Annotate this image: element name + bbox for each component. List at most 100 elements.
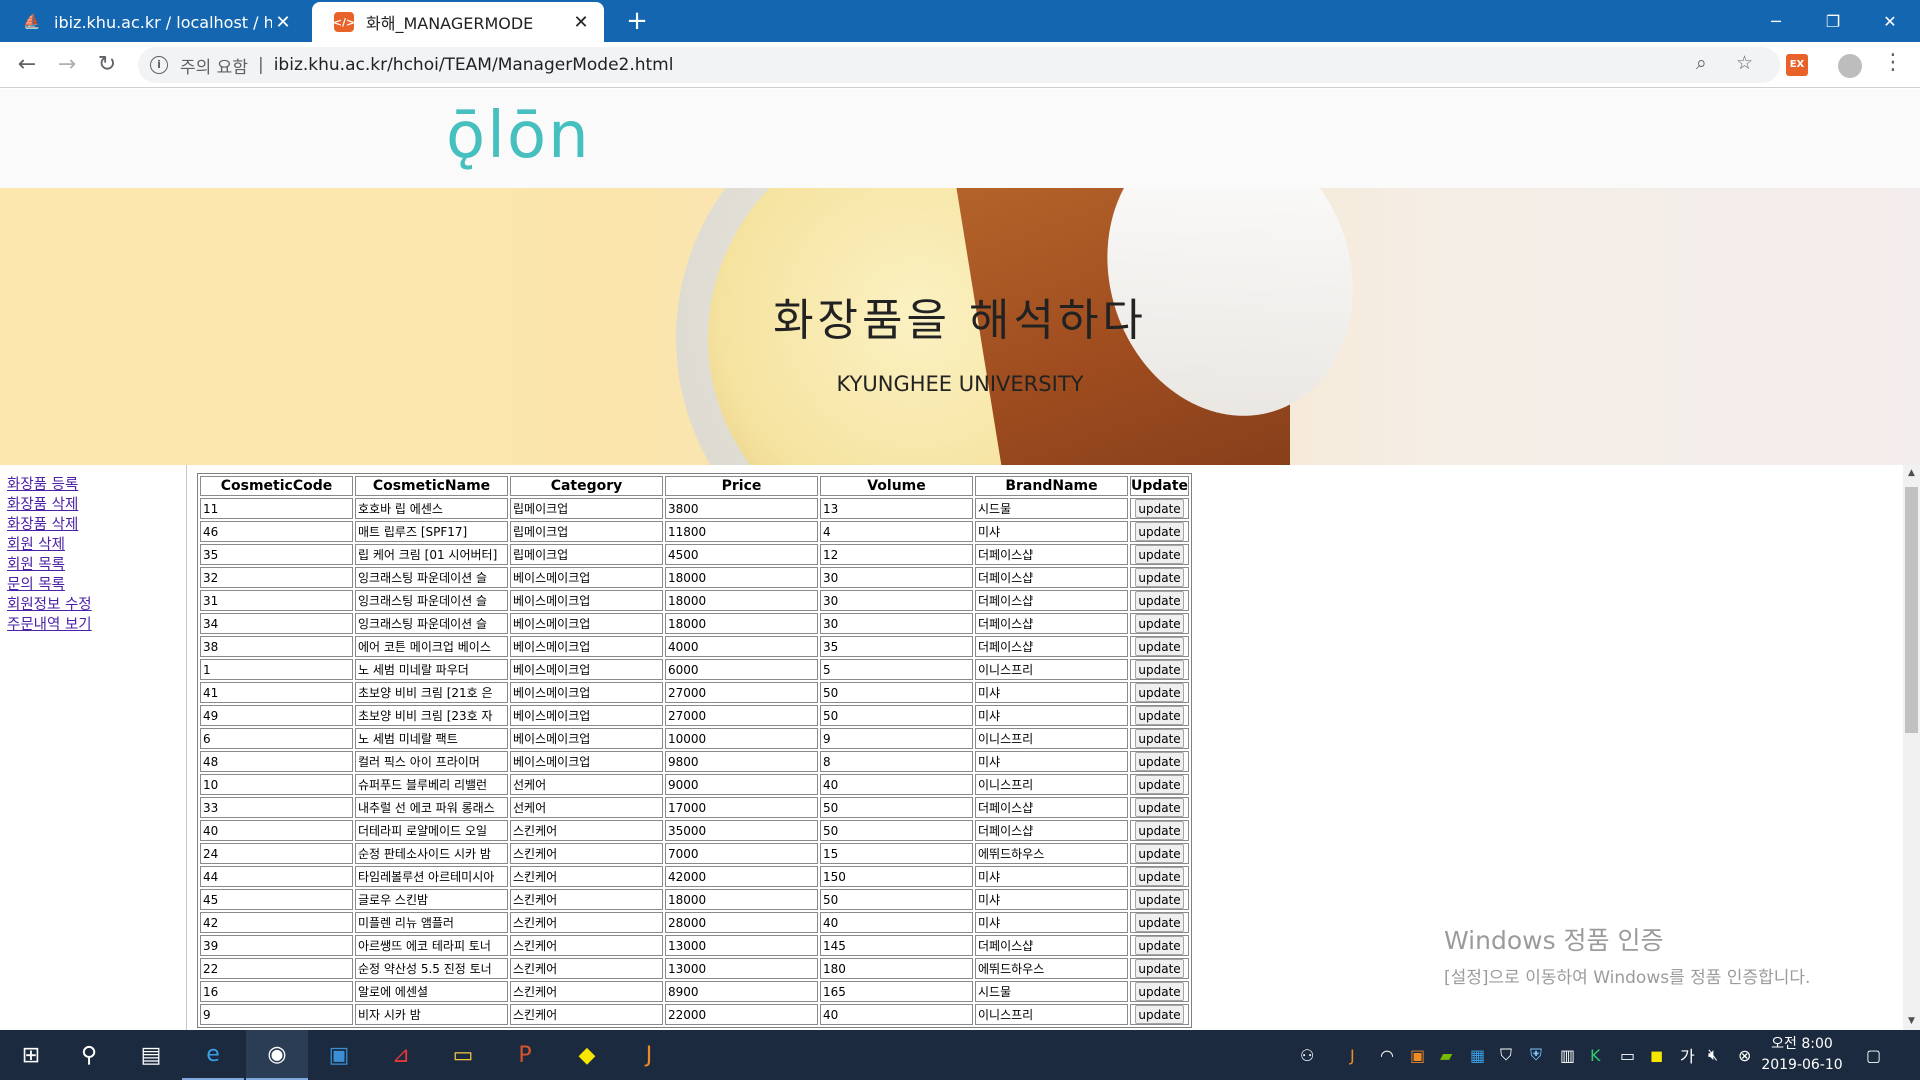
sidebar-link-register-cosmetic[interactable]: 화장품 등록: [7, 475, 92, 495]
update-button[interactable]: update: [1135, 614, 1185, 633]
update-button[interactable]: update: [1135, 545, 1185, 564]
menu-kebab-icon[interactable]: ⋮: [1882, 50, 1904, 75]
info-icon[interactable]: i: [150, 56, 168, 74]
update-button[interactable]: update: [1135, 729, 1185, 748]
page-scrollbar[interactable]: ▲ ▼: [1903, 465, 1920, 1030]
notification-off-icon[interactable]: ⊗: [1738, 1030, 1751, 1080]
tray-monitor-icon[interactable]: ▦: [1470, 1030, 1485, 1080]
volume-muted-icon[interactable]: 🔇︎: [1708, 1030, 1718, 1080]
tray-k-icon[interactable]: K: [1590, 1030, 1601, 1080]
sidebar-link-edit-member[interactable]: 회원정보 수정: [7, 595, 92, 615]
table-row: 39 아르쌩뜨 에코 테라피 토너 스킨케어 13000 145 더페이스샵 update: [200, 935, 1190, 956]
kakaotalk-tray-icon[interactable]: ◼: [1650, 1030, 1663, 1080]
update-button[interactable]: update: [1135, 683, 1185, 702]
java-tray-icon[interactable]: J: [1350, 1030, 1355, 1080]
update-button[interactable]: update: [1135, 821, 1185, 840]
update-button[interactable]: update: [1135, 499, 1185, 518]
cell-category: 립메이크업: [510, 521, 663, 542]
update-button[interactable]: update: [1135, 913, 1185, 932]
battery-icon[interactable]: ▭: [1620, 1030, 1635, 1080]
start-icon[interactable]: ⊞: [0, 1030, 62, 1080]
internet-explorer-icon[interactable]: e: [182, 1030, 244, 1080]
security-shield-icon[interactable]: ⛨: [1530, 1030, 1542, 1080]
update-button[interactable]: update: [1135, 959, 1185, 978]
cell-code: 6: [200, 728, 353, 749]
update-button[interactable]: update: [1135, 568, 1185, 587]
zoom-icon[interactable]: ⌕: [1696, 52, 1707, 74]
cell-volume: 30: [820, 590, 973, 611]
cell-volume: 50: [820, 682, 973, 703]
tray-app-icon[interactable]: ▣: [1410, 1030, 1425, 1080]
window-close-icon[interactable]: ✕: [1860, 0, 1920, 42]
scroll-down-icon[interactable]: ▼: [1903, 1013, 1920, 1030]
cell-volume: 145: [820, 935, 973, 956]
tray-calendar-icon[interactable]: ▥: [1560, 1030, 1575, 1080]
acrobat-icon[interactable]: ⊿: [370, 1030, 432, 1080]
update-button[interactable]: update: [1135, 591, 1185, 610]
cell-category: 선케어: [510, 774, 663, 795]
tab-managermode[interactable]: </> 화해_MANAGERMODE ✕: [312, 2, 604, 42]
forward-icon[interactable]: →: [52, 50, 82, 80]
file-explorer-icon[interactable]: ▭: [432, 1030, 494, 1080]
cell-category: 베이스메이크업: [510, 567, 663, 588]
back-icon[interactable]: ←: [12, 50, 42, 80]
chrome-icon[interactable]: ◉: [246, 1030, 308, 1080]
wifi-icon[interactable]: ◠: [1380, 1030, 1394, 1080]
java-icon[interactable]: J: [618, 1030, 680, 1080]
update-button[interactable]: update: [1135, 982, 1185, 1001]
cell-update: update: [1130, 797, 1190, 818]
cell-code: 10: [200, 774, 353, 795]
powerpoint-icon[interactable]: P: [494, 1030, 556, 1080]
url-text[interactable]: ibiz.khu.ac.kr/hchoi/TEAM/ManagerMode2.h…: [274, 55, 674, 75]
profile-avatar[interactable]: [1838, 54, 1862, 78]
update-button[interactable]: update: [1135, 637, 1185, 656]
sidebar-link-inquiry-list[interactable]: 문의 목록: [7, 575, 92, 595]
sidebar-link-delete-member[interactable]: 회원 삭제: [7, 535, 92, 555]
search-icon[interactable]: ⚲: [58, 1030, 120, 1080]
update-button[interactable]: update: [1135, 706, 1185, 725]
sidebar-link-delete-cosmetic-2[interactable]: 화장품 삭제: [7, 515, 92, 535]
people-icon[interactable]: ⚇: [1300, 1030, 1314, 1080]
close-tab-icon[interactable]: ✕: [272, 12, 294, 33]
kakaotalk-icon[interactable]: ◆: [556, 1030, 618, 1080]
cell-category: 베이스메이크업: [510, 613, 663, 634]
minimize-icon[interactable]: ─: [1746, 0, 1806, 42]
restore-icon[interactable]: ❐: [1803, 0, 1863, 42]
tab-phpmyadmin[interactable]: ⛵ ibiz.khu.ac.kr / localhost / hchoi ✕: [0, 2, 306, 42]
cell-brand: 미샤: [975, 912, 1128, 933]
bookmark-star-icon[interactable]: ☆: [1736, 52, 1753, 74]
close-tab-icon[interactable]: ✕: [570, 12, 592, 33]
phpmyadmin-sail-icon: ⛵: [23, 14, 41, 30]
notepad-icon[interactable]: ▤: [120, 1030, 182, 1080]
update-button[interactable]: update: [1135, 660, 1185, 679]
sidebar-link-order-history[interactable]: 주문내역 보기: [7, 615, 92, 635]
new-tab-button[interactable]: +: [622, 6, 652, 36]
tab-title: ibiz.khu.ac.kr / localhost / hchoi: [54, 12, 272, 32]
update-button[interactable]: update: [1135, 1005, 1185, 1024]
update-button[interactable]: update: [1135, 844, 1185, 863]
scroll-up-icon[interactable]: ▲: [1903, 465, 1920, 482]
update-button[interactable]: update: [1135, 936, 1185, 955]
update-button[interactable]: update: [1135, 890, 1185, 909]
site-logo[interactable]: ǭlōn: [446, 99, 591, 173]
update-button[interactable]: update: [1135, 798, 1185, 817]
sidebar-link-delete-cosmetic[interactable]: 화장품 삭제: [7, 495, 92, 515]
address-bar[interactable]: i 주의 요함 | ibiz.khu.ac.kr/hchoi/TEAM/Mana…: [138, 47, 1780, 83]
extension-icon[interactable]: EX: [1786, 54, 1808, 76]
update-button[interactable]: update: [1135, 522, 1185, 541]
update-button[interactable]: update: [1135, 867, 1185, 886]
word-pad-icon[interactable]: ▣: [308, 1030, 370, 1080]
reload-icon[interactable]: ↻: [92, 50, 122, 80]
update-button[interactable]: update: [1135, 775, 1185, 794]
shield-icon[interactable]: ⛉: [1500, 1030, 1512, 1080]
scroll-thumb[interactable]: [1905, 487, 1918, 733]
cell-name: 비자 시카 밤: [355, 1004, 508, 1025]
update-button[interactable]: update: [1135, 752, 1185, 771]
nvidia-icon[interactable]: ▰: [1440, 1030, 1452, 1080]
cell-volume: 50: [820, 705, 973, 726]
taskbar-clock[interactable]: 오전 8:00 2019-06-10: [1756, 1034, 1848, 1076]
action-center-icon[interactable]: ▢: [1866, 1030, 1881, 1080]
cell-code: 22: [200, 958, 353, 979]
ime-icon[interactable]: 가: [1680, 1030, 1695, 1080]
sidebar-link-member-list[interactable]: 회원 목록: [7, 555, 92, 575]
